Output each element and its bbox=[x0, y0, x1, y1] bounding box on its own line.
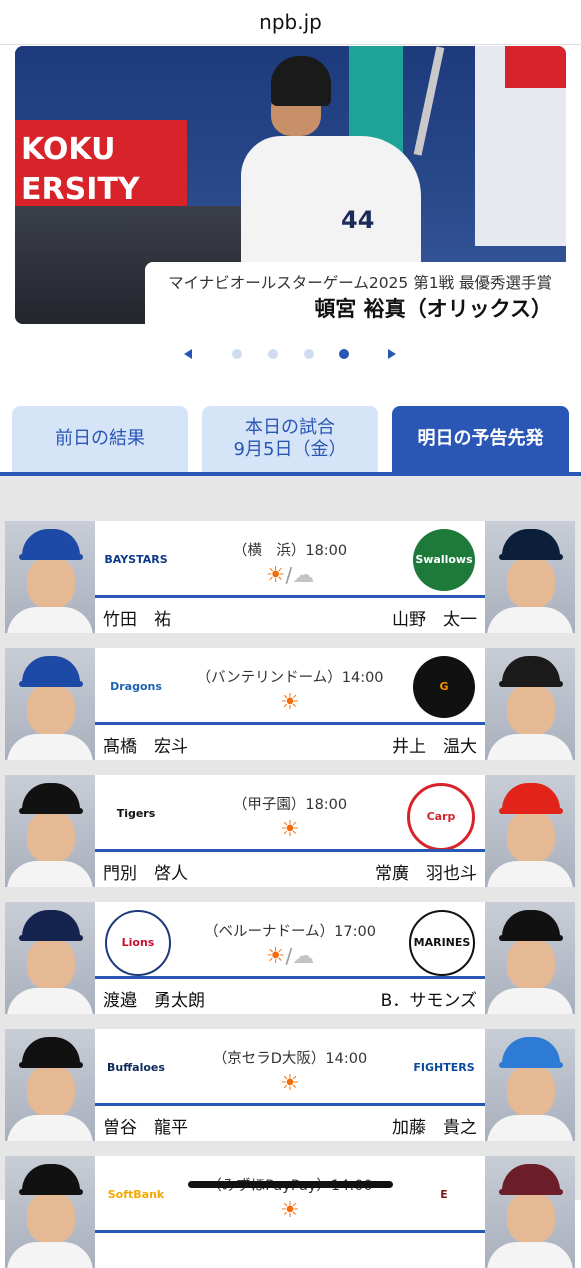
pager-dot[interactable] bbox=[304, 349, 314, 359]
away-pitcher-name[interactable]: 山野 太一 bbox=[392, 605, 477, 630]
away-pitcher-name[interactable]: 加藤 貴之 bbox=[392, 1113, 477, 1138]
cloudy-icon: ☁ bbox=[292, 944, 315, 969]
hero-caption[interactable]: マイナビオールスターゲーム2025 第1戦 最優秀選手賞 頓宮 裕真（オリックス… bbox=[145, 262, 566, 334]
away-pitcher-name[interactable]: B．サモンズ bbox=[381, 986, 477, 1011]
carousel-pager bbox=[0, 346, 581, 366]
card-divider bbox=[95, 722, 485, 725]
game-card[interactable]: BAYSTARS （横 浜）18:00 ☀/☁ Swallows 竹田 祐 山野… bbox=[5, 521, 575, 633]
hero-sign bbox=[505, 46, 566, 88]
next-arrow-icon[interactable] bbox=[388, 349, 396, 359]
hero-ad-banner: KOKU ERSITY bbox=[15, 120, 187, 216]
sunny-icon: ☀ bbox=[280, 817, 300, 842]
away-pitcher-photo[interactable] bbox=[485, 1156, 575, 1268]
away-team-logo[interactable]: MARINES bbox=[409, 910, 475, 976]
away-pitcher-name[interactable]: 井上 温大 bbox=[392, 732, 477, 757]
card-divider bbox=[95, 595, 485, 598]
home-pitcher-name[interactable]: 渡邉 勇太朗 bbox=[103, 986, 205, 1011]
schedule-tabs: 前日の結果 本日の試合 9月5日（金） 明日の予告先発 bbox=[0, 406, 581, 476]
pager-dot[interactable] bbox=[232, 349, 242, 359]
card-divider bbox=[95, 849, 485, 852]
tab-tomorrow-starters[interactable]: 明日の予告先発 bbox=[392, 406, 569, 472]
home-pitcher-name[interactable]: 門別 啓人 bbox=[103, 859, 188, 884]
pager-dot-active[interactable] bbox=[339, 349, 349, 359]
sunny-icon: ☀ bbox=[280, 1071, 300, 1096]
away-team-logo[interactable]: G bbox=[413, 656, 475, 718]
game-card[interactable]: Dragons （バンテリンドーム）14:00 ☀ G 髙橋 宏斗 井上 温大 bbox=[5, 648, 575, 760]
game-card[interactable]: Tigers （甲子園）18:00 ☀ Carp 門別 啓人 常廣 羽也斗 bbox=[5, 775, 575, 887]
url-text: npb.jp bbox=[259, 10, 322, 34]
sunny-icon: ☀ bbox=[265, 563, 286, 588]
away-team-logo[interactable]: Swallows bbox=[413, 529, 475, 591]
card-divider bbox=[95, 1103, 485, 1106]
url-bar[interactable]: npb.jp bbox=[0, 0, 581, 45]
tab-previous-results[interactable]: 前日の結果 bbox=[12, 406, 188, 472]
away-pitcher-photo[interactable] bbox=[485, 521, 575, 633]
sunny-icon: ☀ bbox=[280, 1198, 300, 1223]
away-pitcher-photo[interactable] bbox=[485, 648, 575, 760]
away-pitcher-name[interactable]: 常廣 羽也斗 bbox=[375, 859, 477, 884]
away-team-logo[interactable]: FIGHTERS bbox=[413, 1037, 475, 1099]
away-pitcher-photo[interactable] bbox=[485, 902, 575, 1014]
away-team-logo[interactable]: Carp bbox=[407, 783, 475, 851]
hero-caption-title: 頓宮 裕真（オリックス） bbox=[314, 297, 552, 321]
away-team-logo[interactable]: E bbox=[413, 1164, 475, 1226]
home-pitcher-name[interactable]: 竹田 祐 bbox=[103, 605, 171, 630]
away-pitcher-photo[interactable] bbox=[485, 775, 575, 887]
game-card[interactable]: Buffaloes （京セラD大阪）14:00 ☀ FIGHTERS 曽谷 龍平… bbox=[5, 1029, 575, 1141]
game-card[interactable]: Lions （ベルーナドーム）17:00 ☀/☁ MARINES 渡邉 勇太朗 … bbox=[5, 902, 575, 1014]
card-divider bbox=[95, 1230, 485, 1233]
game-card[interactable]: SoftBank （みずほPayPay）14:00 ☀ E bbox=[5, 1156, 575, 1268]
prev-arrow-icon[interactable] bbox=[184, 349, 192, 359]
hero-caption-subtitle: マイナビオールスターゲーム2025 第1戦 最優秀選手賞 bbox=[168, 274, 552, 292]
tab-today-games[interactable]: 本日の試合 9月5日（金） bbox=[202, 406, 378, 472]
cloudy-icon: ☁ bbox=[292, 563, 315, 588]
home-pitcher-name[interactable]: 曽谷 龍平 bbox=[103, 1113, 188, 1138]
home-indicator bbox=[188, 1181, 393, 1188]
sunny-icon: ☀ bbox=[280, 690, 300, 715]
pager-dot[interactable] bbox=[268, 349, 278, 359]
home-pitcher-name[interactable]: 髙橋 宏斗 bbox=[103, 732, 188, 757]
sunny-icon: ☀ bbox=[265, 944, 286, 969]
away-pitcher-photo[interactable] bbox=[485, 1029, 575, 1141]
card-divider bbox=[95, 976, 485, 979]
